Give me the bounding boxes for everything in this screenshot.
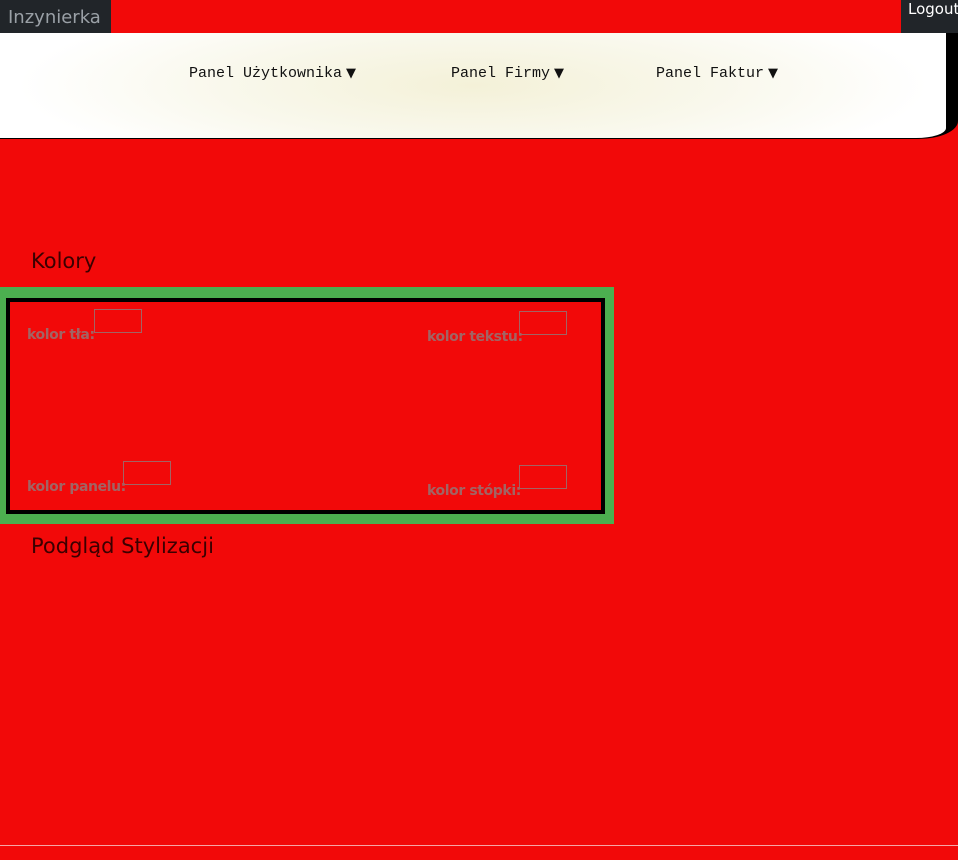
logout-button[interactable]: Logout bbox=[901, 0, 958, 33]
chevron-down-icon: ▼ bbox=[554, 66, 565, 81]
footer-color-label: kolor stópki: bbox=[427, 483, 521, 499]
brand-logo[interactable]: Inzynierka bbox=[0, 0, 111, 33]
colors-panel: kolor tła: kolor tekstu: kolor panelu: k… bbox=[0, 287, 614, 524]
text-color-field: kolor tekstu: bbox=[427, 311, 567, 345]
footer-color-input[interactable] bbox=[519, 465, 567, 489]
background-color-field: kolor tła: bbox=[27, 309, 142, 343]
text-color-label: kolor tekstu: bbox=[427, 329, 523, 345]
preview-heading: Podgląd Stylizacji bbox=[31, 534, 214, 558]
panel-color-label: kolor panelu: bbox=[27, 479, 126, 495]
menu-item-company-panel[interactable]: Panel Firmy ▼ bbox=[451, 65, 564, 82]
menu-bar: Panel Użytkownika ▼ Panel Firmy ▼ Panel Fa… bbox=[0, 33, 946, 138]
background-color-label: kolor tła: bbox=[27, 327, 95, 343]
chevron-down-icon: ▼ bbox=[346, 66, 357, 81]
panel-color-input[interactable] bbox=[123, 461, 171, 485]
background-color-input[interactable] bbox=[94, 309, 142, 333]
chevron-down-icon: ▼ bbox=[768, 66, 779, 81]
menu-item-invoice-panel[interactable]: Panel Faktur ▼ bbox=[656, 65, 778, 82]
menu-item-label: Panel Firmy bbox=[451, 65, 551, 82]
menu-item-label: Panel Użytkownika bbox=[189, 65, 343, 82]
colors-heading: Kolory bbox=[31, 249, 97, 273]
text-color-input[interactable] bbox=[519, 311, 567, 335]
page: Inzynierka Logout Panel Użytkownika ▼ Pan… bbox=[0, 0, 958, 860]
footer-divider bbox=[0, 845, 958, 846]
menu-item-label: Panel Faktur bbox=[656, 65, 765, 82]
menu-item-user-panel[interactable]: Panel Użytkownika ▼ bbox=[189, 65, 356, 82]
footer-color-field: kolor stópki: bbox=[427, 465, 567, 499]
colors-panel-inner: kolor tła: kolor tekstu: kolor panelu: k… bbox=[6, 298, 605, 514]
panel-color-field: kolor panelu: bbox=[27, 461, 171, 495]
